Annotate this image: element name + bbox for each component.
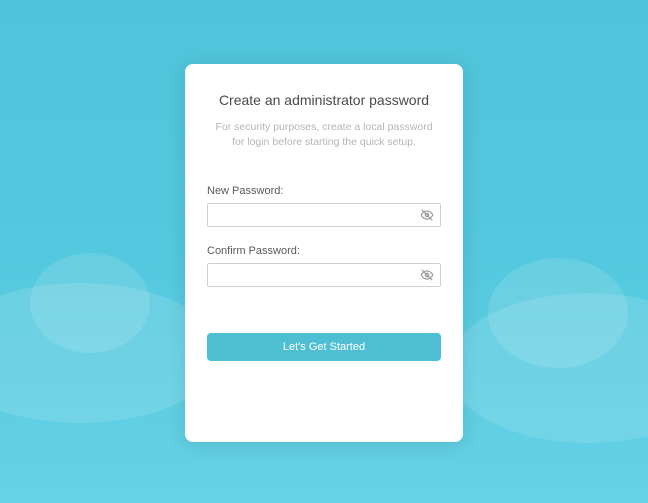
eye-slash-icon[interactable] (419, 207, 435, 223)
page-title: Create an administrator password (207, 92, 441, 108)
confirm-password-label: Confirm Password: (207, 245, 441, 257)
new-password-label: New Password: (207, 185, 441, 197)
page-subtitle: For security purposes, create a local pa… (207, 120, 441, 149)
confirm-password-group: Confirm Password: (207, 245, 441, 287)
new-password-group: New Password: (207, 185, 441, 227)
decorative-cloud-right (448, 293, 648, 443)
eye-slash-icon[interactable] (419, 267, 435, 283)
setup-card: Create an administrator password For sec… (185, 64, 463, 442)
confirm-password-input[interactable] (207, 263, 441, 287)
new-password-input[interactable] (207, 203, 441, 227)
get-started-button[interactable]: Let's Get Started (207, 333, 441, 361)
new-password-input-wrap (207, 203, 441, 227)
confirm-password-input-wrap (207, 263, 441, 287)
